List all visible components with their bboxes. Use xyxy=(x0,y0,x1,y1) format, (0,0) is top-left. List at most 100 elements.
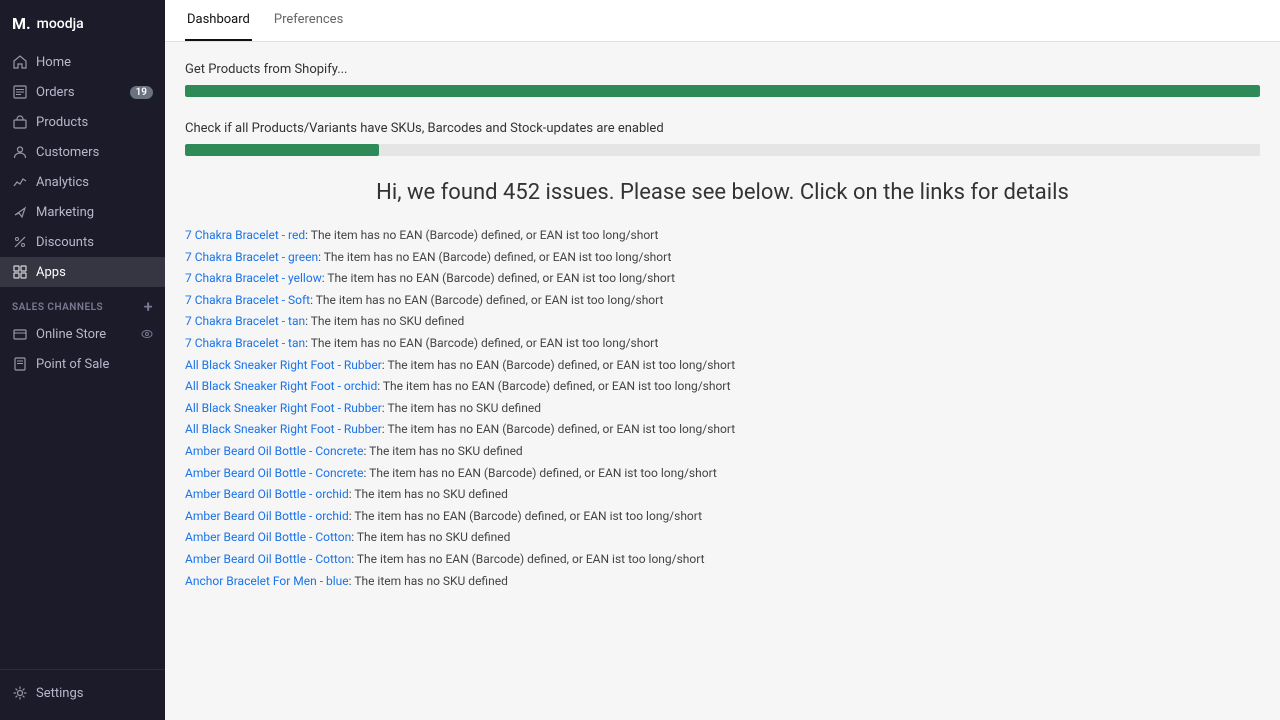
issue-link[interactable]: 7 Chakra Bracelet - tan xyxy=(185,336,305,350)
issue-message: : The item has no SKU defined xyxy=(349,487,508,501)
issue-message: : The item has no EAN (Barcode) defined,… xyxy=(382,422,735,436)
progress-bar-container-2 xyxy=(185,144,1260,156)
sidebar-item-settings[interactable]: Settings xyxy=(0,678,165,708)
sidebar-item-orders[interactable]: Orders 19 xyxy=(0,77,165,107)
issues-list: 7 Chakra Bracelet - red: The item has no… xyxy=(185,225,1260,592)
settings-icon xyxy=(12,685,28,701)
issue-list-item: All Black Sneaker Right Foot - Rubber: T… xyxy=(185,398,1260,420)
sidebar-item-marketing[interactable]: Marketing xyxy=(0,197,165,227)
pos-label: Point of Sale xyxy=(36,357,109,372)
online-store-eye-icon[interactable] xyxy=(141,329,153,339)
add-sales-channel-button[interactable]: + xyxy=(144,299,153,315)
analytics-icon xyxy=(12,174,28,190)
sidebar-item-customers[interactable]: Customers xyxy=(0,137,165,167)
sales-channels-label: SALES CHANNELS xyxy=(12,302,103,313)
progress-bar-fill-2 xyxy=(185,144,379,156)
sidebar-footer: Settings xyxy=(0,669,165,720)
issue-list-item: 7 Chakra Bracelet - green: The item has … xyxy=(185,247,1260,269)
sidebar-nav: Home Orders 19 Product xyxy=(0,43,165,669)
orders-badge: 19 xyxy=(130,86,153,99)
settings-label: Settings xyxy=(36,686,83,701)
sidebar-item-discounts[interactable]: Discounts xyxy=(0,227,165,257)
issue-list-item: 7 Chakra Bracelet - yellow: The item has… xyxy=(185,268,1260,290)
issue-list-item: 7 Chakra Bracelet - tan: The item has no… xyxy=(185,333,1260,355)
brand-logo[interactable]: M. moodja xyxy=(0,0,165,43)
issue-message: : The item has no EAN (Barcode) defined,… xyxy=(351,552,704,566)
issue-list-item: 7 Chakra Bracelet - red: The item has no… xyxy=(185,225,1260,247)
discounts-icon xyxy=(12,234,28,250)
sidebar-apps-label: Apps xyxy=(36,265,66,280)
progress-bar-container-1 xyxy=(185,85,1260,97)
issue-message: : The item has no SKU defined xyxy=(382,401,541,415)
issue-message: : The item has no EAN (Barcode) defined,… xyxy=(364,466,717,480)
progress-label-1: Get Products from Shopify... xyxy=(185,62,1260,77)
issue-list-item: Amber Beard Oil Bottle - Concrete: The i… xyxy=(185,441,1260,463)
issue-link[interactable]: All Black Sneaker Right Foot - Rubber xyxy=(185,422,382,436)
tab-dashboard[interactable]: Dashboard xyxy=(185,0,252,41)
issue-list-item: Anchor Bracelet For Men - blue: The item… xyxy=(185,571,1260,593)
brand-logo-icon: M. xyxy=(12,14,31,33)
sidebar-analytics-label: Analytics xyxy=(36,175,89,190)
progress-section-2: Check if all Products/Variants have SKUs… xyxy=(185,121,1260,156)
sidebar: M. moodja Home Orders 19 xyxy=(0,0,165,720)
sidebar-item-analytics[interactable]: Analytics xyxy=(0,167,165,197)
issue-message: : The item has no EAN (Barcode) defined,… xyxy=(305,228,658,242)
issue-list-item: All Black Sneaker Right Foot - Rubber: T… xyxy=(185,355,1260,377)
issue-message: : The item has no EAN (Barcode) defined,… xyxy=(349,509,702,523)
home-icon xyxy=(12,54,28,70)
orders-icon xyxy=(12,84,28,100)
sales-channels-header: SALES CHANNELS + xyxy=(0,287,165,319)
issue-message: : The item has no SKU defined xyxy=(351,530,510,544)
pos-icon xyxy=(12,356,28,372)
issue-link[interactable]: All Black Sneaker Right Foot - orchid xyxy=(185,379,377,393)
issue-link[interactable]: Amber Beard Oil Bottle - orchid xyxy=(185,509,349,523)
topbar: Dashboard Preferences xyxy=(165,0,1280,42)
marketing-icon xyxy=(12,204,28,220)
issue-list-item: All Black Sneaker Right Foot - Rubber: T… xyxy=(185,419,1260,441)
sidebar-item-online-store[interactable]: Online Store xyxy=(0,319,165,349)
issue-link[interactable]: Amber Beard Oil Bottle - orchid xyxy=(185,487,349,501)
sidebar-home-label: Home xyxy=(36,55,71,70)
issue-list-item: Amber Beard Oil Bottle - Cotton: The ite… xyxy=(185,549,1260,571)
issues-header: Hi, we found 452 issues. Please see belo… xyxy=(185,180,1260,205)
issue-list-item: 7 Chakra Bracelet - Soft: The item has n… xyxy=(185,290,1260,312)
issue-link[interactable]: 7 Chakra Bracelet - yellow xyxy=(185,271,322,285)
main-content: Dashboard Preferences Get Products from … xyxy=(165,0,1280,720)
issue-list-item: Amber Beard Oil Bottle - orchid: The ite… xyxy=(185,506,1260,528)
customers-icon xyxy=(12,144,28,160)
progress-section-1: Get Products from Shopify... xyxy=(185,62,1260,97)
brand-name: moodja xyxy=(37,16,84,32)
tab-preferences[interactable]: Preferences xyxy=(272,0,345,41)
issue-list-item: Amber Beard Oil Bottle - Cotton: The ite… xyxy=(185,527,1260,549)
sidebar-item-pos[interactable]: Point of Sale xyxy=(0,349,165,379)
issue-message: : The item has no EAN (Barcode) defined,… xyxy=(322,271,675,285)
sidebar-item-apps[interactable]: Apps xyxy=(0,257,165,287)
sidebar-item-home[interactable]: Home xyxy=(0,47,165,77)
issue-link[interactable]: 7 Chakra Bracelet - Soft xyxy=(185,293,310,307)
issue-link[interactable]: Amber Beard Oil Bottle - Concrete xyxy=(185,444,364,458)
issue-link[interactable]: Anchor Bracelet For Men - blue xyxy=(185,574,349,588)
issue-link[interactable]: Amber Beard Oil Bottle - Concrete xyxy=(185,466,364,480)
online-store-icon xyxy=(12,326,28,342)
issue-message: : The item has no EAN (Barcode) defined,… xyxy=(318,250,671,264)
issue-link[interactable]: 7 Chakra Bracelet - tan xyxy=(185,314,305,328)
sidebar-discounts-label: Discounts xyxy=(36,235,94,250)
issue-message: : The item has no EAN (Barcode) defined,… xyxy=(382,358,735,372)
sidebar-item-products[interactable]: Products xyxy=(0,107,165,137)
progress-bar-fill-1 xyxy=(185,85,1260,97)
issue-message: : The item has no SKU defined xyxy=(349,574,508,588)
issue-link[interactable]: All Black Sneaker Right Foot - Rubber xyxy=(185,358,382,372)
issue-message: : The item has no EAN (Barcode) defined,… xyxy=(310,293,663,307)
apps-icon xyxy=(12,264,28,280)
issue-link[interactable]: 7 Chakra Bracelet - green xyxy=(185,250,318,264)
sidebar-orders-label: Orders xyxy=(36,85,75,100)
issue-link[interactable]: Amber Beard Oil Bottle - Cotton xyxy=(185,530,351,544)
issue-link[interactable]: All Black Sneaker Right Foot - Rubber xyxy=(185,401,382,415)
issue-message: : The item has no EAN (Barcode) defined,… xyxy=(305,336,658,350)
issue-link[interactable]: Amber Beard Oil Bottle - Cotton xyxy=(185,552,351,566)
content-area: Get Products from Shopify... Check if al… xyxy=(165,42,1280,720)
issue-message: : The item has no SKU defined xyxy=(364,444,523,458)
progress-label-2: Check if all Products/Variants have SKUs… xyxy=(185,121,1260,136)
issue-list-item: Amber Beard Oil Bottle - Concrete: The i… xyxy=(185,463,1260,485)
issue-link[interactable]: 7 Chakra Bracelet - red xyxy=(185,228,305,242)
